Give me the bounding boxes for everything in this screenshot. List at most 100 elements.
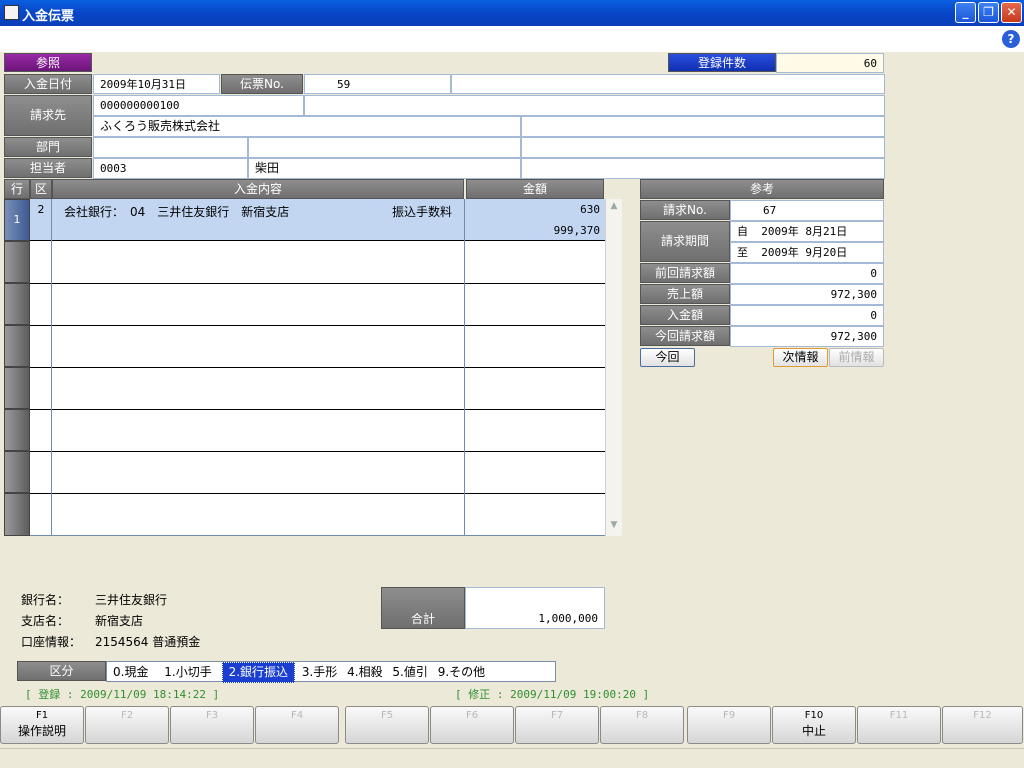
staff-spacer	[521, 158, 885, 179]
f2-button[interactable]: F2	[85, 706, 169, 744]
staff-name-field: 柴田	[248, 158, 521, 179]
f10-key: F10	[804, 710, 824, 721]
help-icon[interactable]: ?	[1002, 30, 1020, 48]
kubun-option-cash[interactable]: 0.現金	[107, 665, 154, 679]
current-info-button[interactable]: 今回	[640, 348, 695, 367]
kubun-option-other[interactable]: 9.その他	[435, 665, 488, 679]
f7-button[interactable]: F7	[515, 706, 599, 744]
minimize-button[interactable]: _	[955, 2, 976, 23]
f12-button[interactable]: F12	[942, 706, 1023, 744]
account-value: 2154564 普通預金	[95, 635, 201, 649]
department-code-field[interactable]	[93, 137, 248, 158]
row-divider	[30, 325, 605, 326]
paid-value: 0	[730, 305, 884, 326]
period-label: 請求期間	[640, 221, 730, 262]
row-kind: 2	[37, 203, 45, 216]
f6-button[interactable]: F6	[430, 706, 514, 744]
kubun-option-bank-transfer[interactable]: 2.銀行振込	[221, 662, 296, 683]
row-header[interactable]	[4, 325, 30, 367]
invoice-no-label: 請求No.	[640, 200, 730, 220]
row-header[interactable]	[4, 451, 30, 493]
current-bill-label: 今回請求額	[640, 326, 730, 346]
prev-bill-label: 前回請求額	[640, 263, 730, 283]
row-fee-label: 振込手数料	[392, 205, 453, 219]
kubun-option-discount[interactable]: 5.値引	[389, 665, 430, 679]
row-header[interactable]	[4, 283, 30, 325]
modified-timestamp: [ 修正 : 2009/11/09 19:00:20 ]	[455, 688, 650, 701]
f7-key: F7	[550, 710, 564, 721]
kubun-option-offset[interactable]: 4.相殺	[344, 665, 385, 679]
col-divider	[51, 199, 52, 536]
f9-key: F9	[722, 710, 736, 721]
branch-name-label: 支店名：	[21, 614, 70, 628]
prev-bill-value: 0	[730, 263, 884, 284]
f1-key: F1	[35, 710, 49, 721]
reference-panel-title: 参考	[640, 179, 884, 199]
scroll-down-icon[interactable]: ▼	[607, 520, 621, 534]
branch-name-value: 新宿支店	[95, 614, 144, 628]
department-name-field	[248, 137, 521, 158]
date-label: 入金日付	[4, 74, 92, 94]
period-to-prefix: 至	[737, 246, 748, 259]
current-bill-value: 972,300	[730, 326, 884, 347]
col-kind-header: 区	[30, 179, 52, 199]
kubun-options: 0.現金 1.小切手 2.銀行振込 3.手形 4.相殺 5.値引 9.その他	[106, 661, 556, 683]
f2-key: F2	[120, 710, 134, 721]
f5-button[interactable]: F5	[345, 706, 429, 744]
staff-label: 担当者	[4, 158, 92, 178]
row-content: 会社銀行： 04 三井住友銀行 新宿支店	[64, 205, 290, 219]
row-number[interactable]: 1	[4, 199, 30, 241]
f10-label: 中止	[801, 724, 826, 738]
reference-label[interactable]: 参照	[4, 53, 92, 72]
bank-name-label: 銀行名：	[21, 593, 70, 607]
app-icon	[4, 5, 19, 20]
scroll-up-icon[interactable]: ▲	[607, 201, 621, 215]
row-header[interactable]	[4, 493, 30, 536]
sales-label: 売上額	[640, 284, 730, 304]
f5-key: F5	[380, 710, 394, 721]
toolbar-row	[0, 26, 1024, 52]
account-label: 口座情報：	[21, 635, 82, 649]
table-scrollbar[interactable]	[605, 199, 622, 536]
row-header[interactable]	[4, 367, 30, 409]
row-divider	[30, 283, 605, 284]
billing-code-field[interactable]: 000000000100	[93, 95, 304, 116]
title-bar: 入金伝票 _ ❐ ✕	[0, 0, 1024, 26]
f1-button[interactable]: F1 操作説明	[0, 706, 84, 744]
slip-no-field[interactable]: 59	[304, 74, 451, 94]
row-amount-fee: 630	[580, 203, 600, 216]
row-divider	[30, 451, 605, 452]
next-info-button[interactable]: 次情報	[773, 348, 828, 367]
date-field[interactable]: 2009年10月31日	[93, 74, 220, 94]
prev-info-button[interactable]: 前情報	[829, 348, 884, 367]
row-header[interactable]	[4, 241, 30, 283]
col-divider	[464, 199, 465, 536]
f11-button[interactable]: F11	[857, 706, 941, 744]
f9-button[interactable]: F9	[687, 706, 771, 744]
f3-button[interactable]: F3	[170, 706, 254, 744]
row-header[interactable]	[4, 409, 30, 451]
total-label: 合計	[381, 587, 465, 629]
f4-key: F4	[290, 710, 304, 721]
f4-button[interactable]: F4	[255, 706, 339, 744]
f8-button[interactable]: F8	[600, 706, 684, 744]
period-from-row: 自 2009年 8月21日	[730, 221, 884, 242]
close-button[interactable]: ✕	[1001, 2, 1022, 23]
period-to-value: 2009年 9月20日	[761, 246, 848, 259]
paid-label: 入金額	[640, 305, 730, 325]
kubun-option-bill[interactable]: 3.手形	[299, 665, 340, 679]
kubun-label: 区分	[17, 661, 106, 681]
row-divider	[30, 493, 605, 494]
kubun-option-check[interactable]: 1.小切手	[158, 665, 217, 679]
billing-label: 請求先	[4, 95, 92, 136]
maximize-button[interactable]: ❐	[978, 2, 999, 23]
f11-key: F11	[889, 710, 909, 721]
staff-code-field[interactable]: 0003	[93, 158, 248, 179]
period-to-row: 至 2009年 9月20日	[730, 242, 884, 263]
period-from-value: 2009年 8月21日	[761, 225, 848, 238]
department-label: 部門	[4, 137, 92, 157]
f10-button[interactable]: F10 中止	[772, 706, 856, 744]
status-bar	[0, 748, 1024, 768]
department-spacer	[521, 137, 885, 158]
top-spacer	[93, 53, 668, 72]
